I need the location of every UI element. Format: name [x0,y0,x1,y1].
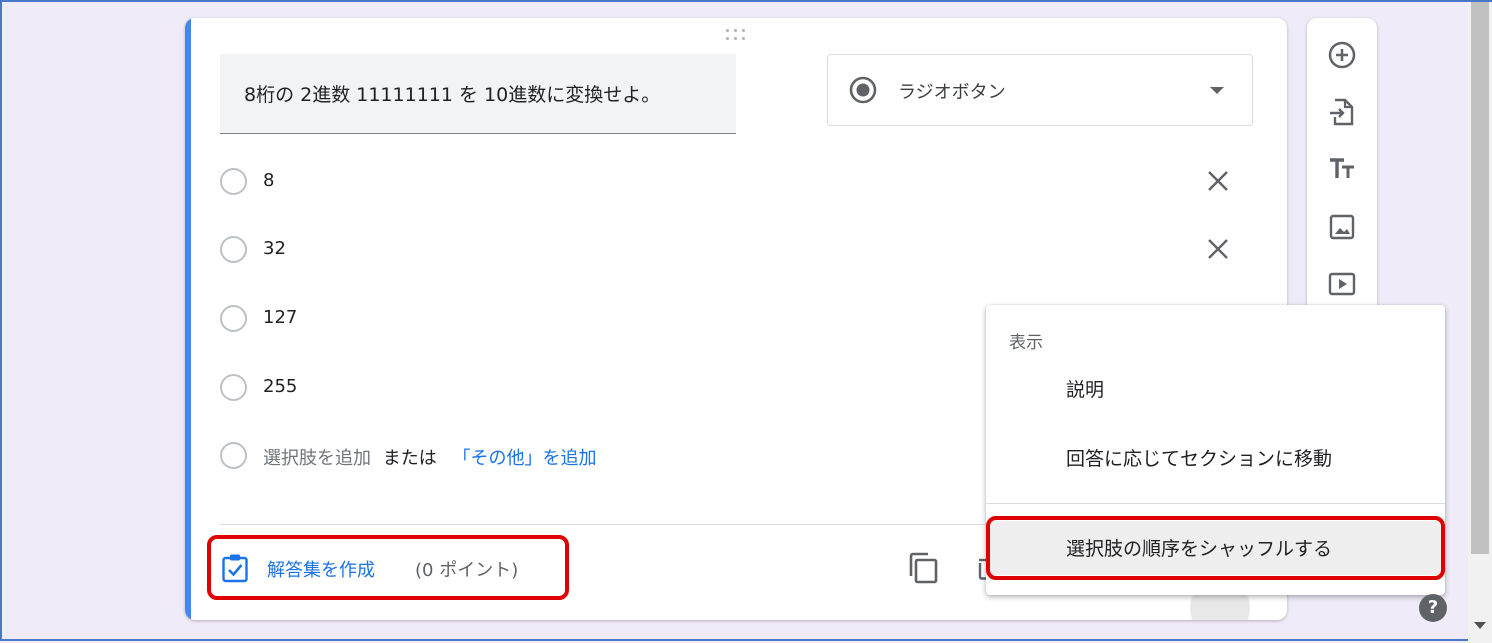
dropdown-arrow-icon [1210,87,1224,94]
radio-circle-icon [220,374,247,401]
add-option-button[interactable]: 選択肢を追加 [263,448,371,469]
radio-circle-icon [220,442,247,469]
add-question-icon[interactable] [1327,40,1357,70]
radio-button-icon [849,76,877,104]
remove-option-icon[interactable] [1205,236,1231,262]
add-title-icon[interactable] [1327,154,1357,184]
option-label[interactable]: 8 [263,170,274,191]
question-type-dropdown[interactable]: ラジオボタン [827,54,1253,126]
side-toolbar [1307,18,1377,318]
option-label[interactable]: 32 [263,238,286,259]
page-scrollbar[interactable] [1468,2,1492,643]
highlight-answer-key [207,535,569,600]
add-other-link[interactable]: 「その他」を追加 [452,448,596,469]
question-title-text[interactable]: 8桁の 2進数 11111111 を 10進数に変換せよ。 [244,80,660,107]
radio-circle-icon [220,168,247,195]
duplicate-icon[interactable] [906,551,940,585]
import-questions-icon[interactable] [1327,97,1357,127]
remove-option-icon[interactable] [1205,168,1231,194]
add-option-or-text: または [382,448,437,469]
scroll-down-arrow-icon[interactable] [1474,622,1486,629]
option-label[interactable]: 127 [263,307,297,328]
help-button[interactable]: ? [1419,594,1447,622]
drag-handle-icon[interactable] [725,28,749,44]
menu-item-go-to-section[interactable]: 回答に応じてセクションに移動 [986,431,1445,485]
menu-item-description[interactable]: 説明 [986,362,1445,416]
option-label[interactable]: 255 [263,376,297,397]
question-title-field[interactable]: 8桁の 2進数 11111111 を 10進数に変換せよ。 [220,54,736,134]
radio-circle-icon [220,305,247,332]
active-card-accent [185,18,191,620]
question-type-label: ラジオボタン [898,82,1006,103]
add-image-icon[interactable] [1327,212,1357,242]
add-video-icon[interactable] [1327,269,1357,299]
menu-section-label: 表示 [1009,333,1043,353]
scrollbar-thumb[interactable] [1471,2,1489,554]
highlight-shuffle-option [986,516,1445,580]
radio-circle-icon [220,236,247,263]
menu-divider [986,503,1445,504]
